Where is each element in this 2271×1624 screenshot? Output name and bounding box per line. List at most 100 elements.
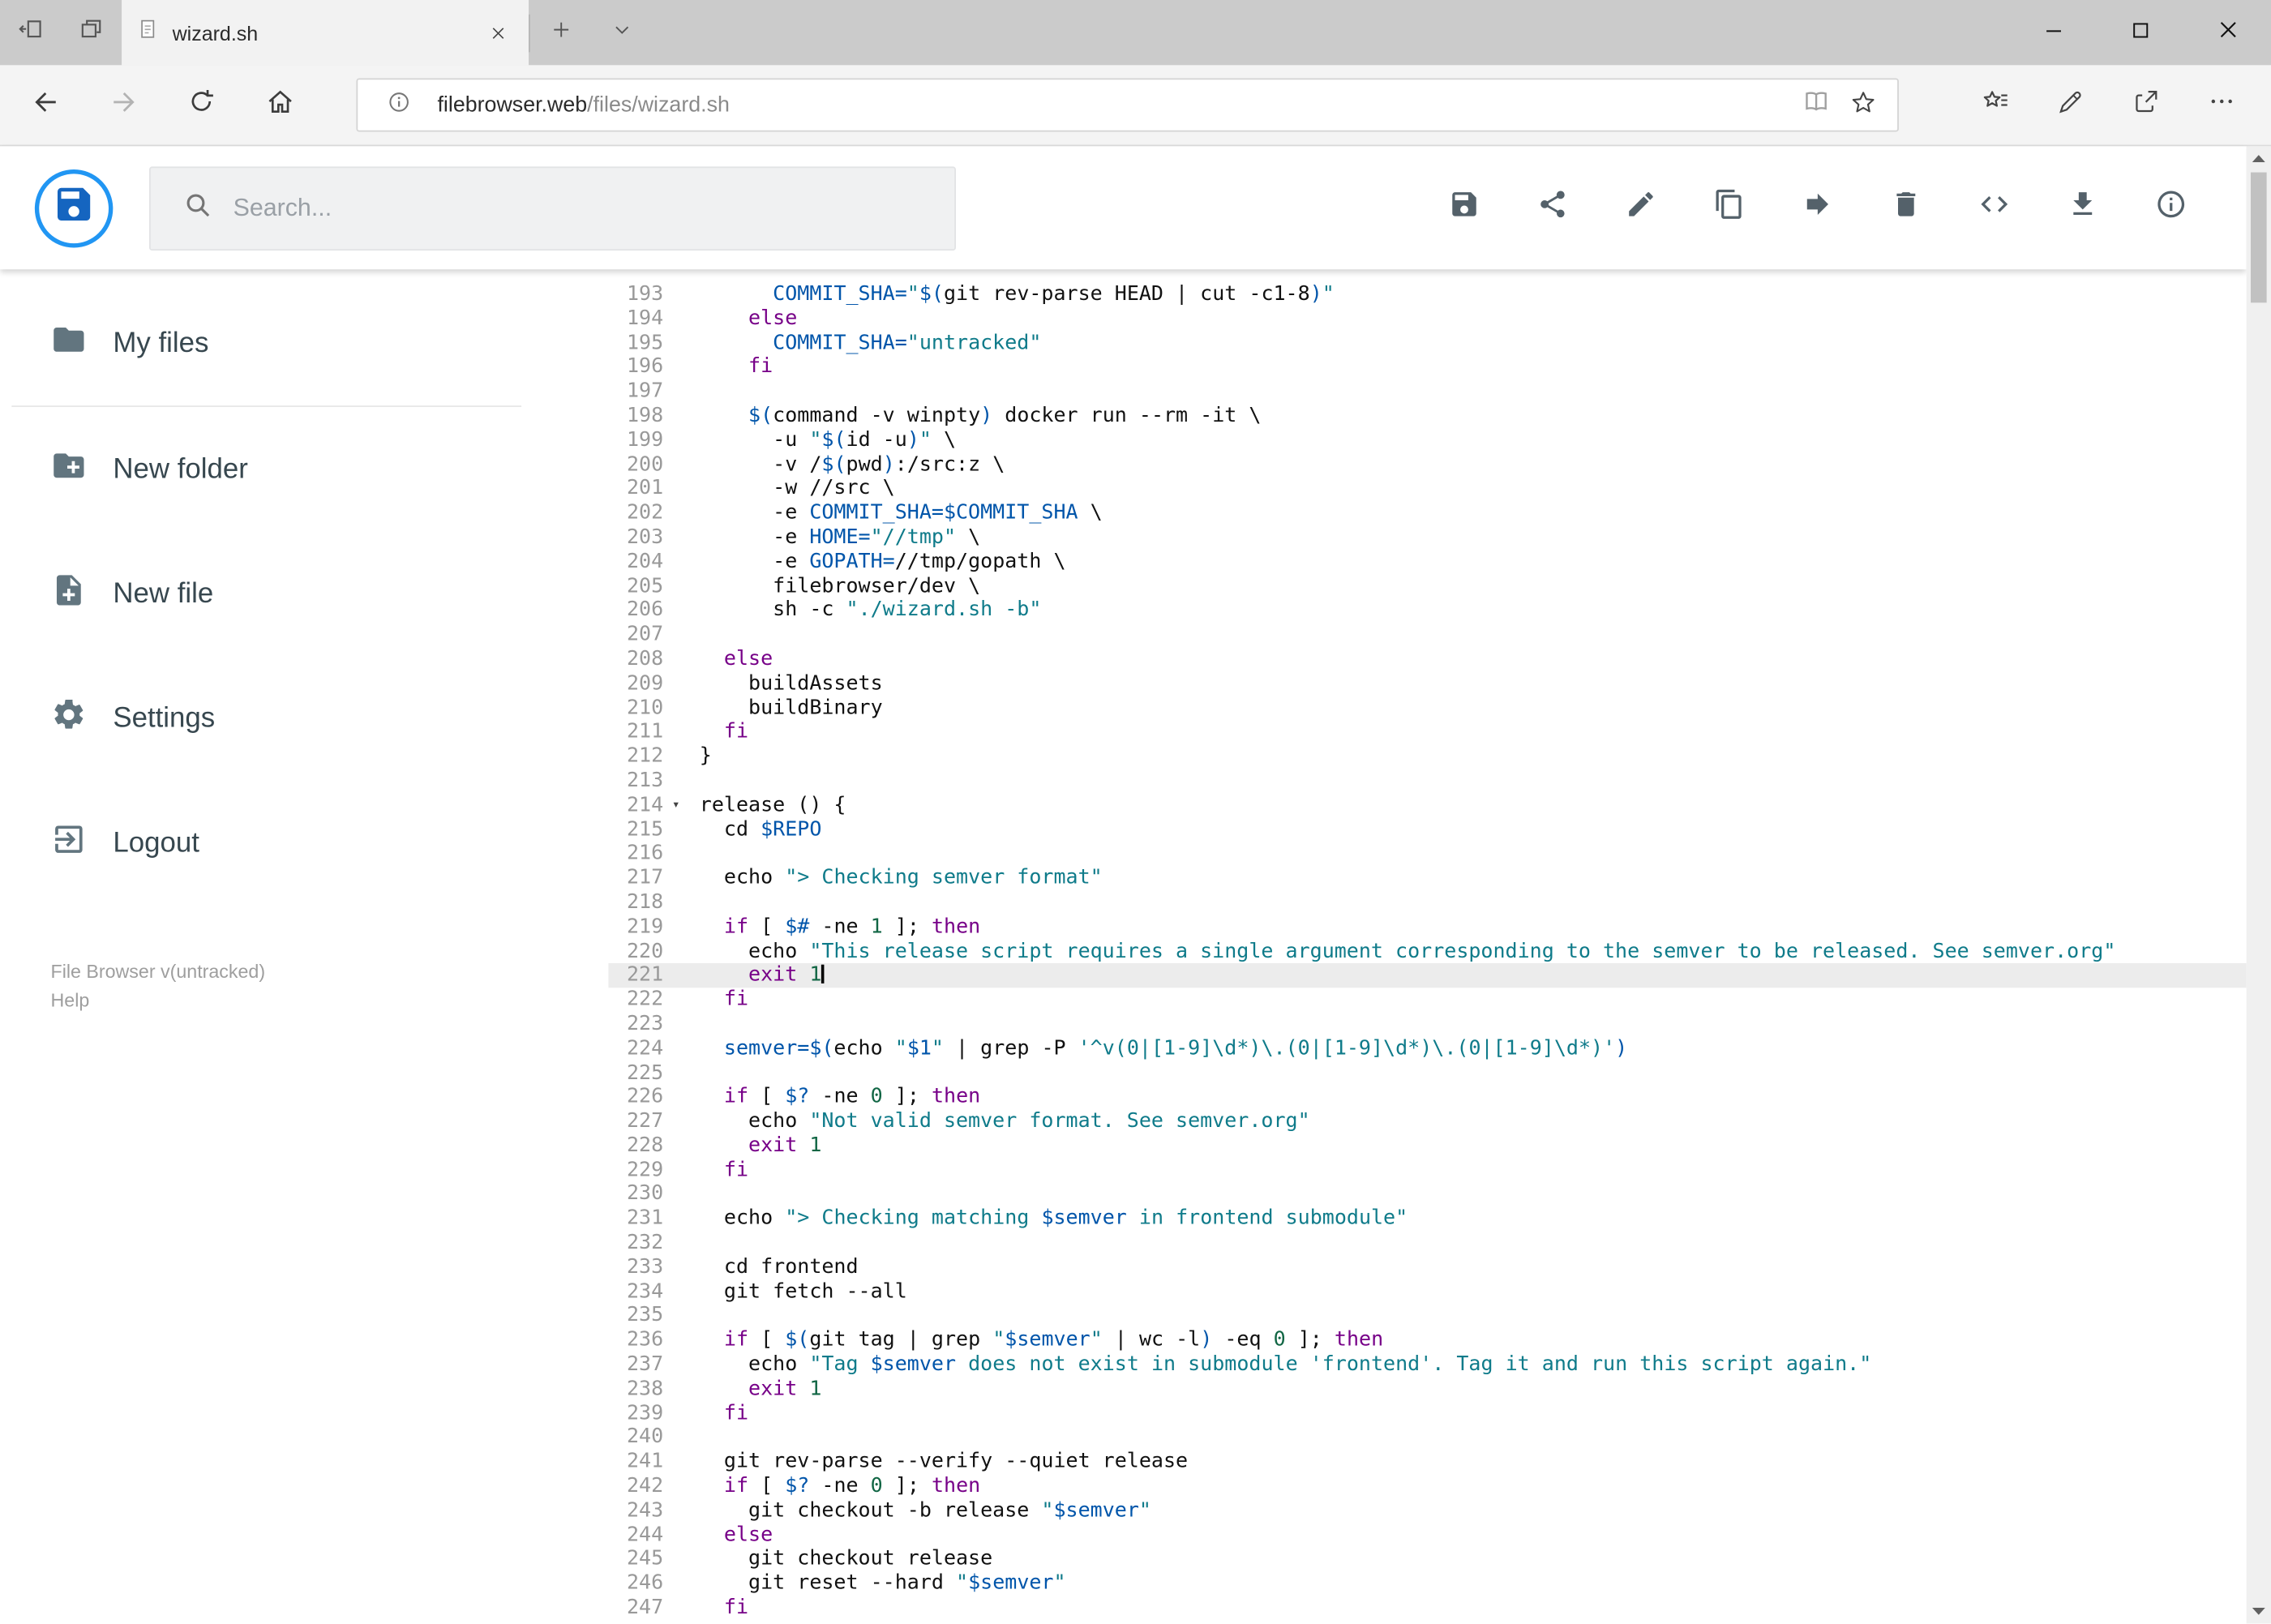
code-line[interactable]: 217 echo "> Checking semver format" — [608, 866, 2246, 890]
code-line[interactable]: 224 semver=$(echo "$1" | grep -P '^v(0|[… — [608, 1036, 2246, 1061]
code-line[interactable]: 193 COMMIT_SHA="$(git rev-parse HEAD | c… — [608, 282, 2246, 306]
code-line[interactable]: 229 fi — [608, 1159, 2246, 1183]
code-line[interactable]: 245 git checkout release — [608, 1548, 2246, 1572]
code-line[interactable]: 195 COMMIT_SHA="untracked" — [608, 331, 2246, 355]
share-button[interactable] — [2109, 65, 2184, 144]
scroll-down-button[interactable] — [2247, 1600, 2271, 1624]
info-button[interactable] — [2139, 165, 2203, 251]
copy-button[interactable] — [1698, 165, 1762, 251]
search-bar[interactable] — [148, 165, 956, 251]
share-file-button[interactable] — [1521, 165, 1585, 251]
search-input[interactable] — [233, 193, 932, 223]
more-button[interactable] — [2184, 65, 2260, 144]
tab-list-dropdown-button[interactable] — [591, 0, 652, 65]
code-line[interactable]: 213 — [608, 769, 2246, 793]
code-line[interactable]: 203 -e HOME="//tmp" \ — [608, 525, 2246, 550]
code-editor[interactable]: 193 COMMIT_SHA="$(git rev-parse HEAD | c… — [608, 269, 2247, 1624]
code-line[interactable]: 222 fi — [608, 988, 2246, 1012]
code-line[interactable]: 226 if [ $? -ne 0 ]; then — [608, 1086, 2246, 1110]
fold-marker-icon[interactable]: ▾ — [663, 793, 692, 817]
sidebar-item-new-folder[interactable]: New folder — [0, 407, 608, 532]
code-line[interactable]: 233 cd frontend — [608, 1256, 2246, 1280]
window-minimize-button[interactable] — [2010, 0, 2097, 65]
new-tab-button[interactable] — [530, 0, 591, 65]
page-scrollbar[interactable] — [2246, 146, 2271, 1624]
code-line[interactable]: 205 filebrowser/dev \ — [608, 574, 2246, 598]
code-line[interactable]: 240 — [608, 1426, 2246, 1450]
code-line[interactable]: 237 echo "Tag $semver does not exist in … — [608, 1353, 2246, 1378]
site-info-button[interactable] — [375, 82, 422, 128]
sidebar-item-new-file[interactable]: New file — [0, 532, 608, 657]
code-line[interactable]: 243 git checkout -b release "$semver" — [608, 1499, 2246, 1523]
code-line[interactable]: 206 sh -c "./wizard.sh -b" — [608, 598, 2246, 623]
app-logo[interactable] — [34, 169, 114, 247]
code-line[interactable]: 216 — [608, 842, 2246, 866]
sidebar-item-logout[interactable]: Logout — [0, 781, 608, 906]
code-line[interactable]: 235 — [608, 1305, 2246, 1329]
code-line[interactable]: 207 — [608, 623, 2246, 647]
download-button[interactable] — [2050, 165, 2115, 251]
back-button[interactable] — [6, 65, 84, 144]
move-button[interactable] — [1786, 165, 1850, 251]
code-line[interactable]: 209 buildAssets — [608, 671, 2246, 696]
code-line[interactable]: 230 — [608, 1183, 2246, 1207]
code-line[interactable]: 221 exit 1 — [608, 963, 2247, 988]
code-line[interactable]: 223 — [608, 1012, 2246, 1036]
code-line[interactable]: 199 -u "$(id -u)" \ — [608, 428, 2246, 452]
scrollbar-thumb[interactable] — [2250, 172, 2267, 303]
set-tabs-aside-button[interactable] — [0, 0, 61, 65]
home-button[interactable] — [241, 65, 319, 144]
address-bar[interactable]: filebrowser.web/files/wizard.sh — [356, 78, 1899, 132]
code-line[interactable]: 218 — [608, 890, 2246, 915]
code-line[interactable]: 228 exit 1 — [608, 1134, 2246, 1159]
code-line[interactable]: 231 echo "> Checking matching $semver in… — [608, 1207, 2246, 1232]
code-line[interactable]: 201 -w //src \ — [608, 477, 2246, 501]
code-line[interactable]: 246 git reset --hard "$semver" — [608, 1572, 2246, 1596]
code-line[interactable]: 210 buildBinary — [608, 696, 2246, 720]
reading-view-button[interactable] — [1793, 82, 1840, 128]
code-line[interactable]: 247 fi — [608, 1596, 2246, 1621]
code-line[interactable]: 214 ▾ release () { — [608, 793, 2246, 817]
window-maximize-button[interactable] — [2097, 0, 2184, 65]
code-line[interactable]: 200 -v /$(pwd):/src:z \ — [608, 452, 2246, 477]
rename-button[interactable] — [1609, 165, 1673, 251]
code-line[interactable]: 232 — [608, 1232, 2246, 1256]
sidebar-item-settings[interactable]: Settings — [0, 656, 608, 781]
code-line[interactable]: 244 else — [608, 1523, 2246, 1548]
browser-tab[interactable]: wizard.sh — [122, 0, 529, 66]
code-line[interactable]: 211 fi — [608, 720, 2246, 744]
window-close-button[interactable] — [2184, 0, 2271, 65]
code-line[interactable]: 212} — [608, 744, 2246, 769]
tab-previews-button[interactable] — [61, 0, 122, 65]
code-line[interactable]: 241 git rev-parse --verify --quiet relea… — [608, 1450, 2246, 1475]
refresh-button[interactable] — [162, 65, 240, 144]
hub-button[interactable] — [1958, 65, 2033, 144]
save-button[interactable] — [1433, 165, 1497, 251]
delete-button[interactable] — [1875, 165, 1939, 251]
help-link[interactable]: Help — [51, 987, 609, 1016]
source-view-button[interactable] — [1963, 165, 2027, 251]
sidebar-item-my-files[interactable]: My files — [0, 281, 608, 406]
tab-close-button[interactable] — [482, 17, 514, 49]
code-line[interactable]: 242 if [ $? -ne 0 ]; then — [608, 1475, 2246, 1499]
code-line[interactable]: 220 echo "This release script requires a… — [608, 939, 2246, 963]
code-line[interactable]: 204 -e GOPATH=//tmp/gopath \ — [608, 550, 2246, 574]
code-line[interactable]: 194 else — [608, 306, 2246, 331]
code-line[interactable]: 208 else — [608, 647, 2246, 671]
code-line[interactable]: 225 — [608, 1061, 2246, 1086]
web-note-button[interactable] — [2033, 65, 2109, 144]
code-line[interactable]: 238 exit 1 — [608, 1378, 2246, 1402]
code-line[interactable]: 202 -e COMMIT_SHA=$COMMIT_SHA \ — [608, 501, 2246, 525]
favorite-button[interactable] — [1840, 82, 1886, 128]
code-line[interactable]: 234 git fetch --all — [608, 1280, 2246, 1305]
code-line[interactable]: 197 — [608, 379, 2246, 404]
code-line[interactable]: 227 echo "Not valid semver format. See s… — [608, 1110, 2246, 1134]
code-line[interactable]: 239 fi — [608, 1402, 2246, 1426]
code-line[interactable]: 215 cd $REPO — [608, 817, 2246, 842]
code-line[interactable]: 196 fi — [608, 355, 2246, 379]
scroll-up-button[interactable] — [2247, 146, 2271, 170]
code-line[interactable]: 236 if [ $(git tag | grep "$semver" | wc… — [608, 1329, 2246, 1353]
forward-button[interactable] — [84, 65, 162, 144]
code-line[interactable]: 198 $(command -v winpty) docker run --rm… — [608, 404, 2246, 428]
code-line[interactable]: 219 if [ $# -ne 1 ]; then — [608, 915, 2246, 939]
